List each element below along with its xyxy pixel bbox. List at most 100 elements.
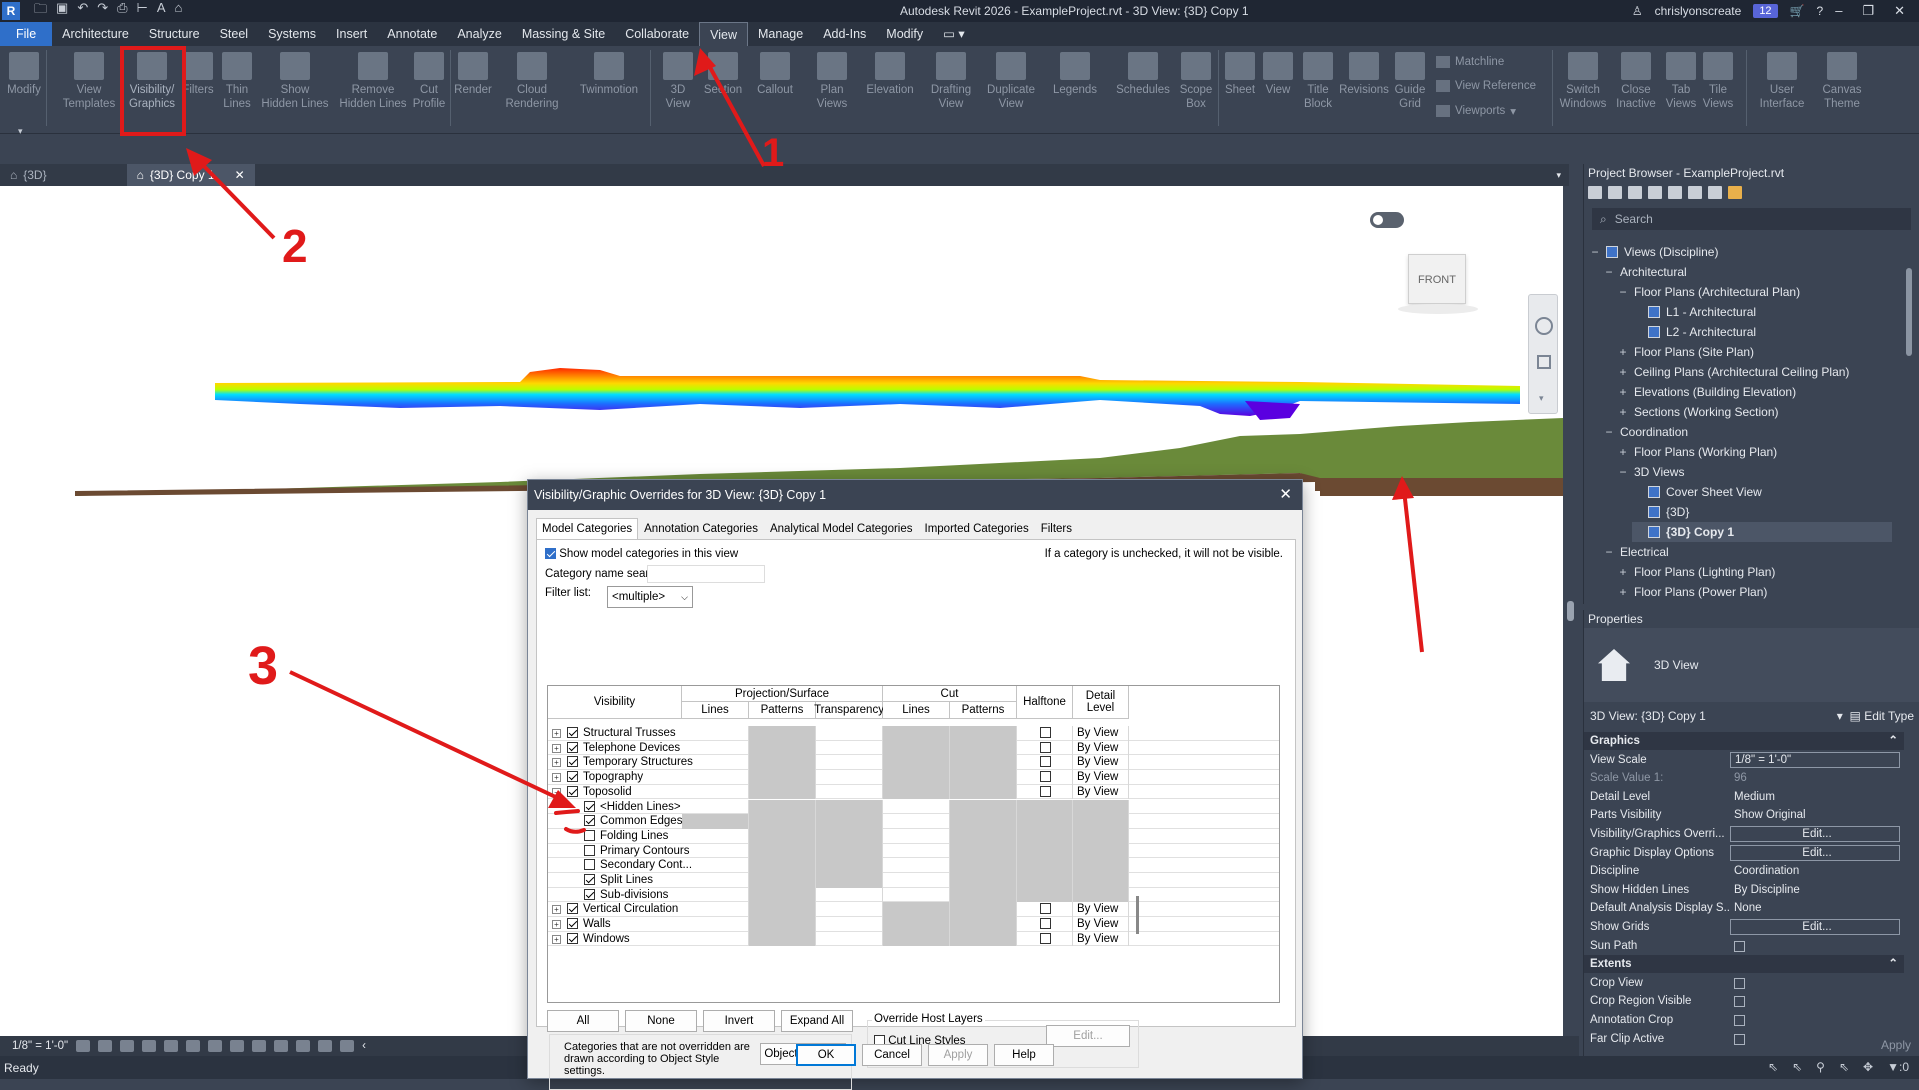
ok-button[interactable]: OK xyxy=(796,1044,856,1066)
undo-icon[interactable]: ↶ xyxy=(77,0,88,22)
category-row[interactable]: <Hidden Lines> xyxy=(548,799,1279,815)
scrollbar-thumb[interactable] xyxy=(1567,601,1574,621)
title-block-button[interactable]: Title Block xyxy=(1300,52,1336,111)
category-row[interactable]: + Structural Trusses By View xyxy=(548,726,1279,741)
expand-all-button[interactable]: Expand All xyxy=(781,1010,853,1032)
visibility-checkbox[interactable] xyxy=(567,932,578,944)
view-reference-button[interactable]: View Reference xyxy=(1436,80,1536,92)
collapse-icon[interactable]: ⌃ xyxy=(1888,732,1904,750)
override-cell[interactable] xyxy=(883,799,950,815)
text-icon[interactable]: A xyxy=(157,0,166,22)
expand-icon[interactable]: + xyxy=(552,920,561,930)
properties-apply-button[interactable]: Apply xyxy=(1881,1038,1911,1052)
expand-icon[interactable]: + xyxy=(1618,582,1628,602)
property-checkbox[interactable] xyxy=(1734,1015,1745,1026)
expand-icon[interactable]: + xyxy=(552,729,561,738)
collapse-icon[interactable]: − xyxy=(1618,282,1628,302)
halftone-checkbox[interactable] xyxy=(1040,756,1051,768)
show-hidden-lines-button[interactable]: Show Hidden Lines xyxy=(258,52,332,111)
legends-button[interactable]: Legends xyxy=(1048,52,1102,97)
visibility-graphics-button[interactable]: Visibility/ Graphics xyxy=(124,52,180,111)
detail-level-value[interactable]: By View xyxy=(1077,755,1118,770)
visibility-checkbox[interactable] xyxy=(567,741,578,753)
tree-item[interactable]: + Floor Plans (Site Plan) xyxy=(1618,342,1754,362)
canvas-theme-button[interactable]: Canvas Theme xyxy=(1818,52,1866,111)
override-cell[interactable] xyxy=(883,814,950,829)
category-row[interactable]: Sub-divisions xyxy=(548,887,1279,903)
highlight-icon[interactable] xyxy=(340,1040,355,1052)
invert-button[interactable]: Invert xyxy=(703,1010,775,1032)
tree-item[interactable]: − Architectural xyxy=(1604,262,1686,282)
expand-icon[interactable]: + xyxy=(552,773,561,783)
halftone-checkbox[interactable] xyxy=(1040,932,1051,944)
schedules-icon[interactable] xyxy=(1648,185,1662,199)
show-model-categories-checkbox[interactable]: Show model categories in this view xyxy=(545,548,738,560)
property-row[interactable]: Visibility/Graphics Overri... Edit... xyxy=(1584,825,1904,843)
property-row[interactable]: View Scale 1/8" = 1'-0" xyxy=(1584,751,1904,769)
revit-logo[interactable]: R xyxy=(2,2,20,20)
chevron-left-icon[interactable]: ‹ xyxy=(362,1040,366,1052)
unlock-view-icon[interactable] xyxy=(230,1040,245,1052)
visibility-checkbox[interactable] xyxy=(584,874,595,885)
home-icon[interactable] xyxy=(1588,185,1602,199)
property-checkbox[interactable] xyxy=(1734,977,1745,989)
override-cell[interactable] xyxy=(816,902,883,918)
expand-icon[interactable]: + xyxy=(552,934,561,944)
property-row[interactable]: Crop View xyxy=(1584,974,1904,992)
category-row[interactable]: + Vertical Circulation By View xyxy=(548,902,1279,918)
category-row[interactable]: + Telephone Devices By View xyxy=(548,740,1279,756)
filter-list-select[interactable]: <multiple> ⌵ xyxy=(607,586,693,608)
collapse-icon[interactable]: ⌃ xyxy=(1888,955,1904,973)
override-cell[interactable] xyxy=(682,902,749,918)
property-row[interactable]: Crop Region Visible xyxy=(1584,992,1904,1010)
drag-elements-icon[interactable]: ✥ xyxy=(1863,1060,1873,1074)
expand-icon[interactable]: + xyxy=(1618,382,1628,402)
tab-analytical-model-categories[interactable]: Analytical Model Categories xyxy=(764,518,919,540)
contextual-tab-toggle[interactable]: ▭ ▾ xyxy=(933,22,975,46)
override-cell[interactable] xyxy=(816,726,883,741)
property-edit-button[interactable]: Edit... xyxy=(1730,919,1900,935)
override-cell[interactable] xyxy=(883,828,950,844)
schedules-button[interactable]: Schedules xyxy=(1112,52,1174,97)
tab-structure[interactable]: Structure xyxy=(139,22,210,46)
select-underlay-icon[interactable]: ⇖ xyxy=(1792,1060,1802,1074)
user-name[interactable]: chrislyonscreate xyxy=(1655,4,1742,18)
category-row[interactable]: Common Edges xyxy=(548,814,1279,829)
expand-icon[interactable]: + xyxy=(1618,442,1628,462)
expand-icon[interactable]: + xyxy=(552,905,561,915)
visibility-checkbox[interactable] xyxy=(584,844,595,856)
matchline-button[interactable]: Matchline xyxy=(1436,56,1504,68)
visibility-checkbox[interactable] xyxy=(584,815,595,827)
collapse-icon[interactable]: − xyxy=(552,787,561,797)
category-row[interactable]: Folding Lines xyxy=(548,828,1279,844)
override-cell[interactable] xyxy=(682,784,749,800)
detail-level-value[interactable]: By View xyxy=(1077,726,1118,741)
remove-hidden-lines-button[interactable]: Remove Hidden Lines xyxy=(334,52,412,111)
save-icon[interactable]: ▣ xyxy=(56,0,68,22)
thin-lines-button[interactable]: Thin Lines xyxy=(218,52,256,111)
viewcube[interactable]: FRONT xyxy=(1408,254,1466,304)
duplicate-view-button[interactable]: Duplicate View xyxy=(982,52,1040,111)
cut-line-styles-edit-button[interactable]: Edit... xyxy=(1046,1025,1130,1047)
viewports-dropdown[interactable]: Viewports ▾ xyxy=(1436,104,1516,118)
detail-level-value[interactable]: By View xyxy=(1077,932,1118,947)
project-browser-scrollbar[interactable] xyxy=(1904,246,1914,604)
detail-level-value[interactable]: By View xyxy=(1077,917,1118,932)
tree-item[interactable]: {3D} xyxy=(1632,502,1689,522)
cart-icon[interactable]: 🛒 xyxy=(1790,4,1805,18)
override-cell[interactable] xyxy=(816,931,883,947)
scope-box-button[interactable]: Scope Box xyxy=(1178,52,1214,111)
detail-level-value[interactable]: By View xyxy=(1077,741,1118,756)
property-row[interactable]: Show Grids Edit... xyxy=(1584,918,1904,936)
tab-model-categories[interactable]: Model Categories xyxy=(536,518,639,540)
halftone-checkbox[interactable] xyxy=(1040,727,1051,738)
override-cell[interactable] xyxy=(816,917,883,932)
override-cell[interactable] xyxy=(816,784,883,800)
tab-file[interactable]: File xyxy=(0,22,53,46)
chevron-down-icon[interactable]: ▾ xyxy=(1539,393,1544,404)
views-icon[interactable] xyxy=(1608,185,1622,199)
property-checkbox[interactable] xyxy=(1734,1033,1745,1045)
property-checkbox[interactable] xyxy=(1734,996,1745,1008)
tab-filters[interactable]: Filters xyxy=(1035,518,1078,540)
property-section[interactable]: Graphics ⌃ xyxy=(1584,732,1904,750)
